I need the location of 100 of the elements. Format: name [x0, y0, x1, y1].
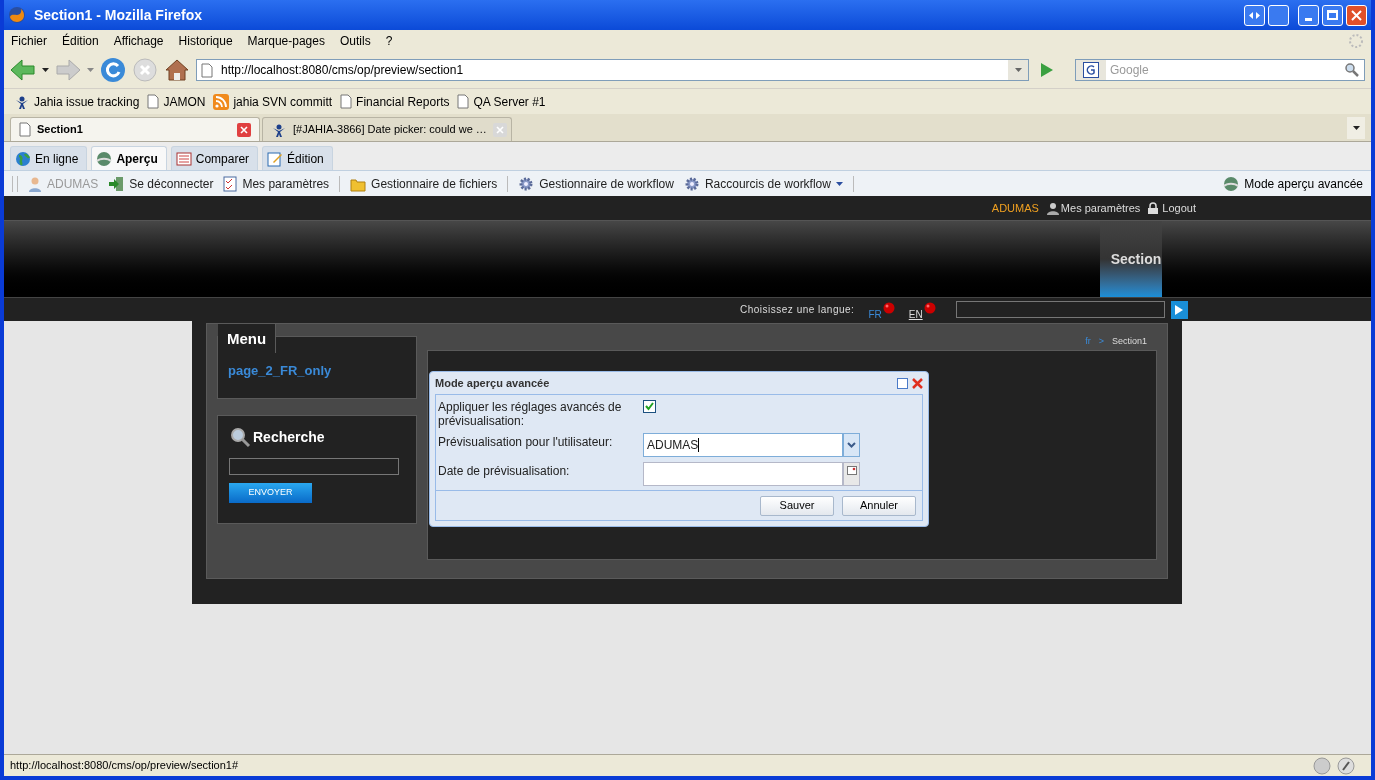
mode-tab[interactable]: Aperçu — [91, 146, 167, 170]
resize-button[interactable] — [1244, 4, 1265, 26]
field-label: Appliquer les réglages avancés de prévisualisation: — [438, 399, 623, 428]
feed-icon — [213, 93, 230, 110]
page-icon — [457, 94, 470, 109]
toolbar-button[interactable]: Raccourcis de workflow — [683, 174, 843, 193]
history-dropdown[interactable] — [1008, 60, 1028, 80]
mode-tab[interactable]: Comparer — [170, 146, 259, 170]
field-label: Date de prévisualisation: — [438, 463, 571, 478]
logout-link[interactable]: Logout — [1148, 199, 1196, 217]
minimize-button[interactable] — [1298, 4, 1319, 26]
home-icon[interactable] — [164, 57, 190, 83]
reload-icon[interactable] — [100, 57, 126, 83]
play-icon — [1175, 304, 1184, 315]
tab-list-button[interactable] — [1347, 117, 1365, 139]
user-icon — [1046, 201, 1059, 215]
menu-item[interactable]: Affichage — [113, 32, 164, 50]
status-icon — [1313, 756, 1331, 775]
page-icon — [340, 94, 353, 109]
stop-icon — [132, 57, 158, 83]
dialog-button[interactable]: Sauver — [760, 495, 834, 516]
toolbar-button[interactable]: Se déconnecter — [108, 174, 214, 193]
search-icon — [229, 426, 251, 448]
language-link[interactable]: FR — [868, 297, 895, 322]
maximize-button[interactable] — [897, 377, 908, 389]
close-icon[interactable] — [912, 377, 923, 389]
globe-icon — [1223, 175, 1240, 192]
window-button[interactable] — [1268, 4, 1289, 26]
page-icon — [201, 62, 213, 78]
settings-link[interactable]: Mes paramètres — [1046, 199, 1141, 217]
toolbar-button[interactable]: Gestionnaire de fichiers — [350, 174, 498, 193]
bookmark[interactable]: Jahia issue tracking — [14, 92, 140, 111]
calendar-icon — [846, 466, 857, 475]
go-button[interactable] — [1170, 300, 1188, 319]
chevron-down-icon — [847, 442, 856, 448]
menu-item[interactable]: ? — [385, 32, 393, 50]
search-input[interactable] — [955, 301, 1165, 318]
mode-tab[interactable]: En ligne — [10, 146, 88, 170]
panel-title: Menu — [218, 323, 277, 353]
language-link[interactable]: EN — [908, 297, 936, 322]
block-icon — [1337, 756, 1355, 775]
bookmark[interactable]: jahia SVN committ — [213, 92, 333, 111]
throbber-icon — [1348, 33, 1364, 49]
submit-button[interactable]: ENVOYER — [229, 483, 312, 503]
caret-icon — [835, 181, 843, 186]
panel-title: Recherche — [253, 427, 325, 447]
browser-tab[interactable]: Section1 — [10, 117, 260, 141]
address-field[interactable]: http://localhost:8080/cms/op/preview/section1 — [196, 59, 1029, 81]
dialog-button[interactable]: Annuler — [842, 495, 916, 516]
date-field[interactable] — [643, 462, 860, 486]
menu-item[interactable]: Édition — [62, 32, 99, 50]
checklist-icon — [223, 175, 238, 192]
language-label: Choisissez une langue: — [740, 303, 855, 317]
username: ADUMAS — [991, 200, 1039, 216]
forward-icon — [55, 58, 81, 82]
toolbar-button[interactable]: Mode aperçu avancée — [1223, 174, 1363, 193]
close-icon — [1351, 9, 1362, 21]
arrows-icon — [1249, 10, 1260, 20]
flag-dot-icon — [882, 301, 895, 314]
close-tab-button[interactable] — [237, 122, 251, 137]
menu-item[interactable]: Outils — [339, 32, 371, 50]
list-icon — [175, 150, 192, 167]
bookmark[interactable]: Financial Reports — [340, 92, 450, 111]
globe-icon — [15, 150, 31, 167]
breadcrumb-item: Section1 — [1111, 335, 1147, 349]
menu-item[interactable]: Marque-pages — [247, 32, 325, 50]
toolbar-button[interactable]: Gestionnaire de workflow — [518, 174, 674, 193]
menu-item[interactable]: Fichier — [11, 32, 47, 50]
logout-icon — [108, 175, 125, 192]
lock-icon — [1148, 202, 1159, 214]
window-title: Section1 - Mozilla Firefox — [34, 5, 203, 25]
toolbar-button[interactable]: Mes paramètres — [223, 174, 330, 193]
caret-icon — [1014, 68, 1022, 72]
page-icon — [19, 122, 31, 137]
checkbox[interactable] — [643, 400, 656, 413]
menu-item[interactable]: Historique — [178, 32, 233, 50]
caret-icon — [42, 68, 49, 72]
status-text: http://localhost:8080/cms/op/preview/section1# — [10, 758, 240, 774]
mode-tab[interactable]: Édition — [262, 146, 333, 170]
search-input[interactable] — [229, 458, 399, 475]
dialog-title: Mode aperçu avancée — [435, 375, 550, 391]
caret-icon — [1352, 126, 1360, 130]
bookmark[interactable]: JAMON — [147, 92, 206, 111]
search-field[interactable]: Google — [1075, 59, 1365, 81]
bookmark[interactable]: QA Server #1 — [457, 92, 546, 111]
field-label: Prévisualisation pour l'utilisateur: — [438, 434, 614, 449]
caret-icon — [87, 68, 94, 72]
search-icon[interactable] — [1344, 62, 1360, 78]
globe-icon — [96, 150, 113, 167]
gear-icon — [683, 175, 700, 192]
menu-link[interactable]: page_2_FR_only — [228, 363, 332, 378]
gear-icon — [518, 175, 535, 192]
search-engine-icon — [1083, 62, 1099, 78]
search-input[interactable]: Google — [1106, 61, 1340, 79]
back-icon[interactable] — [10, 58, 36, 82]
browser-logo-icon — [8, 6, 26, 24]
close-button[interactable] — [1346, 4, 1367, 26]
browser-tab[interactable]: [#JAHIA-3866] Date picker: could we … — [262, 117, 512, 141]
user-icon — [28, 175, 42, 192]
page-icon — [147, 94, 160, 109]
